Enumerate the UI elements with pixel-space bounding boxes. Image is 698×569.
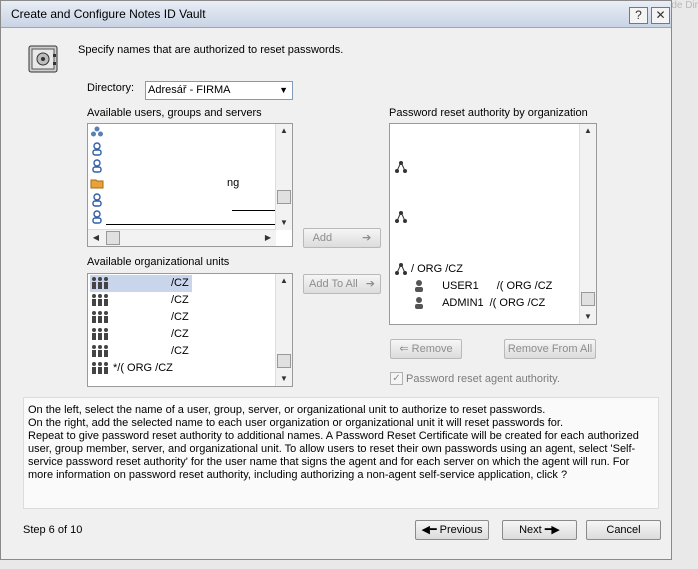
vertical-scrollbar[interactable]: ▲ ▼: [579, 124, 596, 324]
org-unit-icon: [92, 311, 108, 324]
directory-value: Adresář - FIRMA: [148, 84, 231, 96]
list-item[interactable]: [90, 192, 107, 209]
scroll-up-icon[interactable]: ▲: [580, 124, 596, 138]
arrow-right-icon: ➔: [362, 232, 372, 244]
step-indicator: Step 6 of 10: [23, 524, 83, 536]
directory-select[interactable]: Adresář - FIRMA ▼: [145, 81, 293, 100]
org-unit-icon: [92, 328, 108, 341]
list-item[interactable]: /CZ: [90, 309, 189, 326]
person-icon: [415, 297, 423, 310]
org-node[interactable]: / ORG /CZ: [394, 261, 463, 278]
list-item[interactable]: */( ORG /CZ: [90, 360, 173, 377]
list-item[interactable]: /CZ: [90, 275, 192, 292]
available-org-units-list[interactable]: /CZ /CZ /CZ /CZ /CZ */( ORG /CZ ▲ ▼: [87, 273, 293, 387]
description-panel: On the left, select the name of a user, …: [23, 397, 659, 509]
remove-button[interactable]: ⇐ Remove: [390, 339, 462, 359]
org-unit-icon: [92, 362, 108, 375]
list-item[interactable]: [90, 158, 107, 175]
description-line: On the left, select the name of a user, …: [28, 404, 546, 416]
scroll-thumb[interactable]: [277, 190, 291, 204]
scroll-right-icon[interactable]: ▶: [260, 231, 276, 245]
arrow-left-icon: ◀━: [421, 524, 437, 536]
arrow-right-icon: ━▶: [544, 524, 560, 536]
vertical-scrollbar[interactable]: ▲ ▼: [275, 274, 292, 386]
description-line: On the right, add the selected name to e…: [28, 417, 564, 429]
intro-text: Specify names that are authorized to res…: [78, 44, 344, 56]
scroll-left-icon[interactable]: ◀: [88, 231, 104, 245]
scroll-thumb[interactable]: [106, 231, 120, 245]
directory-label: Directory:: [87, 82, 135, 94]
person-icon: [92, 193, 102, 207]
agent-authority-checkbox[interactable]: ✓: [390, 372, 403, 385]
list-item[interactable]: [90, 209, 107, 226]
vault-icon: [28, 45, 58, 73]
description-line: Repeat to give password reset authority …: [28, 430, 639, 481]
arrow-right-icon: ➔: [365, 278, 375, 290]
person-icon: [92, 210, 102, 224]
scroll-down-icon[interactable]: ▼: [276, 372, 292, 386]
password-reset-tree[interactable]: / ORG /CZ USER1/( ORG /CZ ADMIN1/( ORG /…: [389, 123, 597, 325]
dialog-window: Create and Configure Notes ID Vault ? ✕ …: [0, 0, 672, 560]
arrow-left-icon: ⇐: [399, 343, 409, 355]
person-icon: [92, 159, 102, 173]
scroll-up-icon[interactable]: ▲: [276, 124, 292, 138]
person-icon: [415, 280, 423, 293]
close-button[interactable]: ✕: [651, 7, 670, 24]
group-icon: [91, 126, 103, 137]
scroll-down-icon[interactable]: ▼: [276, 216, 292, 230]
title-bar: Create and Configure Notes ID Vault ? ✕: [1, 1, 671, 28]
scroll-thumb[interactable]: [277, 354, 291, 368]
org-tree-icon: [395, 263, 407, 276]
window-title: Create and Configure Notes ID Vault: [11, 7, 206, 21]
vertical-scrollbar[interactable]: ▲ ▼: [275, 124, 292, 230]
scroll-thumb[interactable]: [581, 292, 595, 306]
horizontal-scrollbar[interactable]: ◀ ▶: [88, 229, 276, 246]
user-node[interactable]: ADMIN1/( ORG /CZ: [412, 295, 545, 312]
divider: [106, 224, 276, 225]
folder-icon: [90, 179, 104, 189]
divider: [232, 210, 276, 211]
list-item[interactable]: ng: [90, 175, 239, 192]
org-unit-icon: [92, 294, 108, 307]
available-users-list[interactable]: ng ▲ ▼ ◀ ▶: [87, 123, 293, 247]
previous-button[interactable]: ◀━ Previous: [415, 520, 489, 540]
org-unit-icon: [92, 277, 108, 290]
list-item[interactable]: /CZ: [90, 292, 189, 309]
list-item[interactable]: [90, 141, 107, 158]
scroll-up-icon[interactable]: ▲: [276, 274, 292, 288]
help-button[interactable]: ?: [629, 7, 648, 24]
chevron-down-icon: ▼: [279, 85, 288, 95]
org-unit-icon: [92, 345, 108, 358]
person-icon: [92, 142, 102, 156]
cancel-button[interactable]: Cancel: [586, 520, 661, 540]
add-to-all-button[interactable]: Add To All ➔: [303, 274, 381, 294]
list-item[interactable]: /CZ: [90, 326, 189, 343]
next-button[interactable]: Next ━▶: [502, 520, 577, 540]
password-reset-label: Password reset authority by organization: [389, 107, 588, 119]
scroll-down-icon[interactable]: ▼: [580, 310, 596, 324]
available-org-units-label: Available organizational units: [87, 256, 230, 268]
add-button[interactable]: Add ➔: [303, 228, 381, 248]
user-node[interactable]: USER1/( ORG /CZ: [412, 278, 552, 295]
remove-from-all-button[interactable]: Remove From All: [504, 339, 596, 359]
org-tree-icon: [395, 211, 407, 223]
org-tree-icon: [395, 161, 407, 173]
list-item[interactable]: /CZ: [90, 343, 189, 360]
available-users-label: Available users, groups and servers: [87, 107, 262, 119]
agent-authority-label: Password reset agent authority.: [406, 373, 560, 385]
list-item[interactable]: [90, 124, 107, 141]
